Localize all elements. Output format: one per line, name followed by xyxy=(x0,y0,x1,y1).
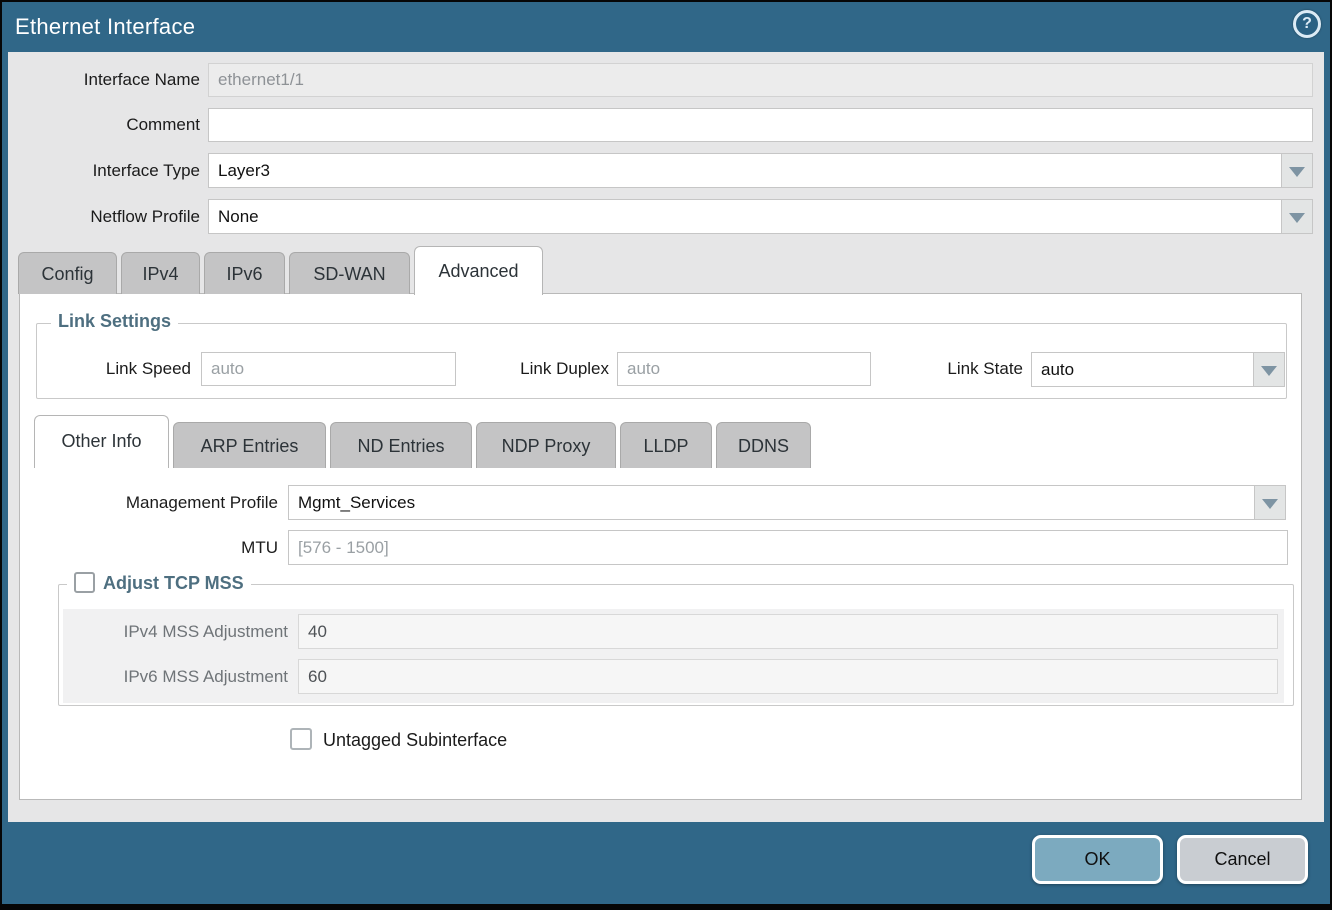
interface-type-dropdown-button[interactable] xyxy=(1282,153,1313,188)
dialog-footer: OK Cancel xyxy=(8,822,1324,904)
untagged-subinterface-checkbox[interactable] xyxy=(290,728,312,750)
dialog-title: Ethernet Interface xyxy=(15,2,195,52)
interface-name-input xyxy=(208,63,1313,97)
inner-tab-bar: Other Info ARP Entries ND Entries NDP Pr… xyxy=(34,415,811,468)
interface-type-select[interactable] xyxy=(208,153,1313,188)
adjust-tcp-mss-text: Adjust TCP MSS xyxy=(103,573,244,593)
help-icon[interactable]: ? xyxy=(1293,10,1321,38)
tab-arp-entries[interactable]: ARP Entries xyxy=(173,422,326,468)
tab-ddns[interactable]: DDNS xyxy=(716,422,811,468)
link-settings-legend: Link Settings xyxy=(51,311,178,332)
tab-ndp-proxy[interactable]: NDP Proxy xyxy=(476,422,616,468)
tab-other-info[interactable]: Other Info xyxy=(34,415,169,468)
comment-label: Comment xyxy=(8,108,200,142)
tab-config[interactable]: Config xyxy=(18,252,117,294)
tab-ipv6[interactable]: IPv6 xyxy=(204,252,285,294)
link-duplex-label: Link Duplex xyxy=(499,352,609,386)
ok-button[interactable]: OK xyxy=(1032,835,1163,884)
dialog-body: Interface Name Comment Interface Type Ne… xyxy=(8,52,1324,822)
mss-panel: IPv4 MSS Adjustment IPv6 MSS Adjustment xyxy=(63,609,1284,703)
untagged-subinterface-label: Untagged Subinterface xyxy=(323,728,507,752)
link-speed-label: Link Speed xyxy=(81,352,191,386)
management-profile-select[interactable] xyxy=(288,485,1286,520)
management-profile-value[interactable] xyxy=(288,485,1255,520)
netflow-profile-label: Netflow Profile xyxy=(8,199,200,234)
interface-name-label: Interface Name xyxy=(8,63,200,97)
adjust-tcp-mss-legend: Adjust TCP MSS xyxy=(67,572,251,594)
adjust-tcp-mss-checkbox[interactable] xyxy=(74,572,95,593)
management-profile-dropdown-button[interactable] xyxy=(1255,485,1286,520)
netflow-dropdown-button[interactable] xyxy=(1282,199,1313,234)
tab-nd-entries[interactable]: ND Entries xyxy=(330,422,472,468)
ipv4-mss-label: IPv4 MSS Adjustment xyxy=(88,614,288,649)
tab-lldp[interactable]: LLDP xyxy=(620,422,712,468)
chevron-down-icon xyxy=(1289,213,1305,223)
tab-ipv4[interactable]: IPv4 xyxy=(121,252,200,294)
link-duplex-input[interactable] xyxy=(617,352,871,386)
ipv6-mss-input xyxy=(298,659,1278,694)
comment-input[interactable] xyxy=(208,108,1313,142)
interface-type-value[interactable] xyxy=(208,153,1282,188)
netflow-profile-value[interactable] xyxy=(208,199,1282,234)
cancel-button[interactable]: Cancel xyxy=(1177,835,1308,884)
mtu-label: MTU xyxy=(78,530,278,565)
chevron-down-icon xyxy=(1289,167,1305,177)
link-state-dropdown-button[interactable] xyxy=(1254,352,1285,387)
link-state-label: Link State xyxy=(923,352,1023,386)
ethernet-interface-dialog: Ethernet Interface ? Interface Name Comm… xyxy=(0,0,1332,910)
ipv4-mss-input xyxy=(298,614,1278,649)
mtu-input[interactable] xyxy=(288,530,1288,565)
main-tab-bar: Config IPv4 IPv6 SD-WAN Advanced xyxy=(18,246,543,294)
link-speed-input[interactable] xyxy=(201,352,456,386)
chevron-down-icon xyxy=(1262,499,1278,509)
chevron-down-icon xyxy=(1261,366,1277,376)
management-profile-label: Management Profile xyxy=(78,485,278,520)
advanced-tab-panel: Link Settings Link Speed Link Duplex Lin… xyxy=(19,293,1302,800)
link-state-select[interactable] xyxy=(1031,352,1285,387)
tab-sdwan[interactable]: SD-WAN xyxy=(289,252,410,294)
ipv6-mss-label: IPv6 MSS Adjustment xyxy=(88,659,288,694)
link-state-value[interactable] xyxy=(1031,352,1254,387)
title-bar: Ethernet Interface ? xyxy=(2,2,1330,52)
interface-type-label: Interface Type xyxy=(8,153,200,188)
tab-advanced[interactable]: Advanced xyxy=(414,246,543,295)
netflow-profile-select[interactable] xyxy=(208,199,1313,234)
